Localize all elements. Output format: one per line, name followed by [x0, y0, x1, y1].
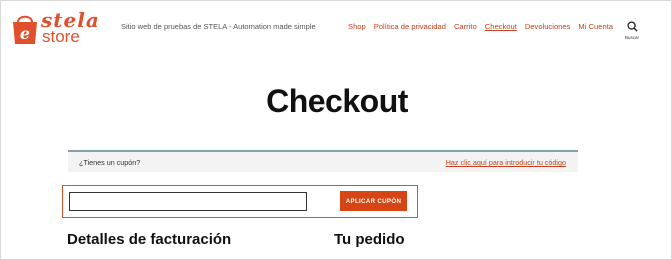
nav-my-account[interactable]: Mi Cuenta: [578, 22, 613, 31]
site-logo[interactable]: e stela store: [10, 9, 110, 47]
page-title: Checkout: [266, 83, 408, 119]
coupon-code-input[interactable]: [69, 192, 307, 211]
nav-privacy-policy[interactable]: Política de privacidad: [374, 22, 446, 31]
nav-checkout[interactable]: Checkout: [485, 22, 517, 31]
search-button[interactable]: Buscar: [623, 21, 641, 40]
coupon-toggle-link[interactable]: Haz clic aquí para introducir tu código: [446, 158, 566, 167]
coupon-form: APLICAR CUPÓN: [62, 185, 418, 218]
coupon-notice: ¿Tienes un cupón? Haz clic aquí para int…: [68, 150, 578, 172]
main-nav: Shop Política de privacidad Carrito Chec…: [348, 22, 621, 31]
nav-shop[interactable]: Shop: [348, 22, 366, 31]
search-label: Buscar: [624, 35, 639, 40]
coupon-question: ¿Tienes un cupón?: [79, 158, 141, 167]
search-icon: [626, 21, 638, 32]
shopping-bag-icon: e: [13, 15, 37, 44]
billing-details-heading: Detalles de facturación: [67, 231, 232, 248]
nav-returns[interactable]: Devoluciones: [525, 22, 571, 31]
brand-subname: store: [42, 27, 80, 46]
svg-text:e: e: [20, 24, 30, 43]
nav-cart[interactable]: Carrito: [454, 22, 477, 31]
apply-coupon-button[interactable]: APLICAR CUPÓN: [340, 191, 407, 211]
your-order-heading: Tu pedido: [334, 231, 405, 248]
site-tagline: Sitio web de pruebas de STELA - Automati…: [121, 22, 316, 31]
